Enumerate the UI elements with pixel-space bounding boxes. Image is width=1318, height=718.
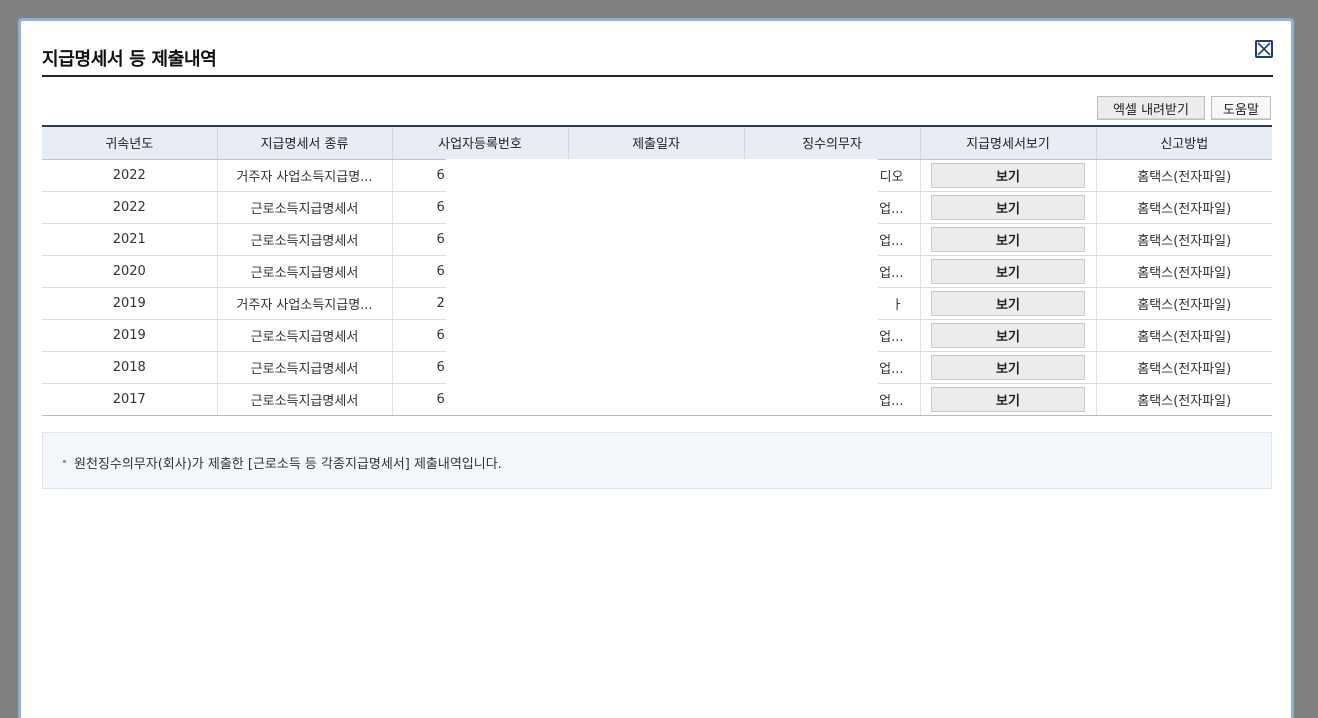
- cell-type: 근로소득지급명세서: [217, 191, 393, 224]
- cell-view: 보기: [920, 287, 1097, 320]
- view-statement-button[interactable]: 보기: [931, 162, 1085, 188]
- cell-year: 2022: [42, 159, 218, 192]
- col-header-view[interactable]: 지급명세서보기: [920, 125, 1097, 160]
- cell-method: 홈택스(전자파일): [1096, 319, 1272, 352]
- cell-method: 홈택스(전자파일): [1096, 287, 1272, 320]
- view-statement-button[interactable]: 보기: [931, 354, 1085, 380]
- cell-year: 2018: [42, 351, 218, 384]
- dialog-title: 지급명세서 등 제출내역: [42, 49, 217, 70]
- cell-type: 근로소득지급명세서: [217, 255, 393, 288]
- bullet-icon: [63, 460, 66, 463]
- col-header-year[interactable]: 귀속년도: [42, 125, 218, 160]
- cell-year: 2021: [42, 223, 218, 256]
- cell-view: 보기: [920, 351, 1097, 384]
- col-header-payer[interactable]: 징수의무자: [744, 125, 921, 160]
- cell-view: 보기: [920, 223, 1097, 256]
- submission-history-dialog: 지급명세서 등 제출내역 엑셀 내려받기 도움말 귀속년도 지급명세서 종류 사…: [18, 18, 1294, 718]
- cell-view: 보기: [920, 255, 1097, 288]
- view-statement-button[interactable]: 보기: [931, 194, 1085, 220]
- cell-method: 홈택스(전자파일): [1096, 383, 1272, 416]
- cell-view: 보기: [920, 319, 1097, 352]
- excel-download-button[interactable]: 엑셀 내려받기: [1097, 96, 1205, 120]
- cell-method: 홈택스(전자파일): [1096, 191, 1272, 224]
- col-header-method[interactable]: 신고방법: [1096, 125, 1272, 160]
- cell-view: 보기: [920, 191, 1097, 224]
- view-statement-button[interactable]: 보기: [931, 226, 1085, 252]
- view-statement-button[interactable]: 보기: [931, 258, 1085, 284]
- table-header-row: 귀속년도 지급명세서 종류 사업자등록번호 제출일자 징수의무자 지급명세서보기…: [42, 125, 1272, 160]
- cell-type: 거주자 사업소득지급명...: [217, 287, 393, 320]
- col-header-type[interactable]: 지급명세서 종류: [217, 125, 393, 160]
- cell-type: 근로소득지급명세서: [217, 351, 393, 384]
- dialog-header: 지급명세서 등 제출내역: [42, 43, 1273, 77]
- cell-type: 근로소득지급명세서: [217, 383, 393, 416]
- cell-year: 2022: [42, 191, 218, 224]
- cell-type: 근로소득지급명세서: [217, 223, 393, 256]
- cell-method: 홈택스(전자파일): [1096, 255, 1272, 288]
- notice-text: 원천징수의무자(회사)가 제출한 [근로소득 등 각종지급명세서] 제출내역입니…: [63, 453, 502, 472]
- cell-method: 홈택스(전자파일): [1096, 351, 1272, 384]
- cell-year: 2017: [42, 383, 218, 416]
- cell-method: 홈택스(전자파일): [1096, 159, 1272, 192]
- cell-view: 보기: [920, 383, 1097, 416]
- col-header-date[interactable]: 제출일자: [568, 125, 745, 160]
- cell-view: 보기: [920, 159, 1097, 192]
- cell-year: 2019: [42, 319, 218, 352]
- view-statement-button[interactable]: 보기: [931, 322, 1085, 348]
- close-icon: [1257, 42, 1271, 56]
- cell-type: 근로소득지급명세서: [217, 319, 393, 352]
- col-header-bizno[interactable]: 사업자등록번호: [392, 125, 569, 160]
- cell-type: 거주자 사업소득지급명...: [217, 159, 393, 192]
- cell-year: 2020: [42, 255, 218, 288]
- view-statement-button[interactable]: 보기: [931, 386, 1085, 412]
- notice-message: 원천징수의무자(회사)가 제출한 [근로소득 등 각종지급명세서] 제출내역입니…: [74, 457, 502, 472]
- close-button[interactable]: [1255, 40, 1273, 58]
- help-button[interactable]: 도움말: [1211, 96, 1271, 120]
- redacted-area: [446, 159, 878, 415]
- notice-box: 원천징수의무자(회사)가 제출한 [근로소득 등 각종지급명세서] 제출내역입니…: [42, 432, 1272, 489]
- view-statement-button[interactable]: 보기: [931, 290, 1085, 316]
- cell-year: 2019: [42, 287, 218, 320]
- cell-method: 홈택스(전자파일): [1096, 223, 1272, 256]
